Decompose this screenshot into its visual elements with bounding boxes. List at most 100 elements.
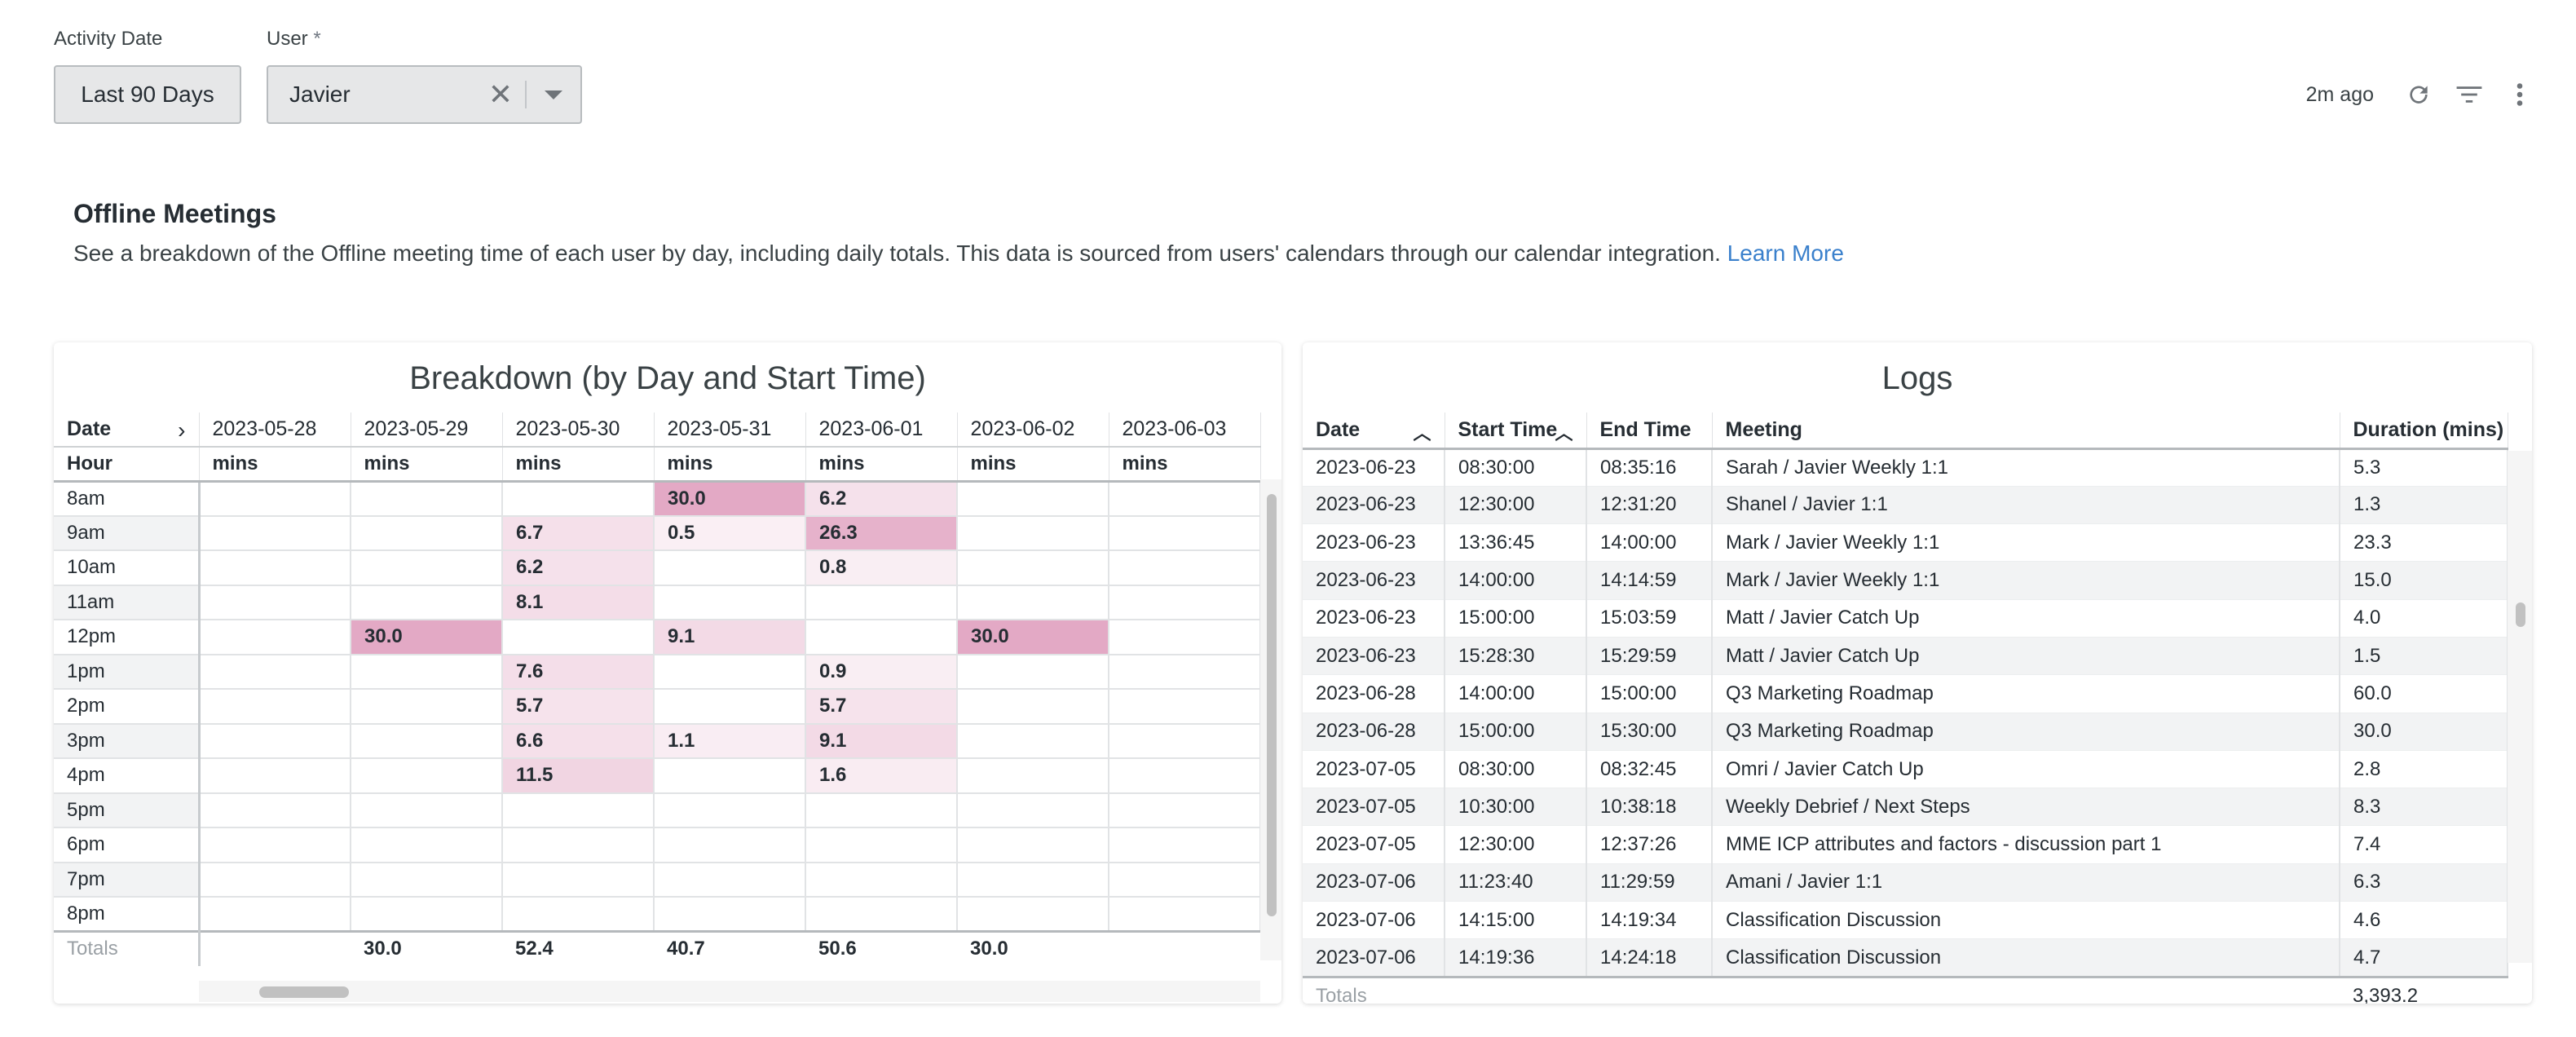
log-row[interactable]: 2023-06-23 13:36:45 14:00:00 Mark / Javier … — [1303, 523, 2508, 563]
log-row[interactable]: 2023-06-23 15:28:30 15:29:59 Matt / Javier … — [1303, 637, 2508, 676]
hour-label: 9am — [54, 515, 201, 551]
log-meeting: Weekly Debrief / Next Steps — [1712, 788, 2340, 827]
log-date: 2023-07-05 — [1303, 750, 1445, 789]
filter-icon[interactable] — [2444, 75, 2494, 114]
heatmap-cell: 6.2 — [805, 481, 958, 517]
totals-empty-cell — [1712, 975, 2340, 1004]
day-total: 50.6 — [805, 930, 957, 966]
sort-asc-icon[interactable]: ︿ — [1555, 419, 1573, 445]
hour-row: 11am 8.1 — [54, 585, 1261, 620]
breakdown-horizontal-scrollbar[interactable] — [199, 981, 1260, 1002]
date-column-header[interactable]: 2023-06-01 — [805, 413, 958, 448]
log-row[interactable]: 2023-07-06 14:19:36 14:24:18 Classification… — [1303, 938, 2508, 977]
hour-row: 8am 30.0 6.2 — [54, 481, 1261, 517]
log-row[interactable]: 2023-07-05 12:30:00 12:37:26 MME ICP attrib… — [1303, 825, 2508, 864]
breakdown-table: Date › 2023-05-28 2023-05-29 2023-05-30 2023… — [54, 413, 1261, 966]
heatmap-cell — [957, 897, 1109, 933]
date-row-header: Date › — [54, 413, 200, 448]
log-row[interactable]: 2023-06-28 14:00:00 15:00:00 Q3 Marketing R… — [1303, 674, 2508, 713]
heatmap-cell — [805, 620, 958, 655]
heatmap-cell — [654, 654, 806, 690]
column-header-meeting[interactable]: Meeting — [1712, 413, 2340, 450]
learn-more-link[interactable]: Learn More — [1727, 240, 1844, 266]
more-options-icon[interactable] — [2494, 75, 2545, 114]
log-duration: 7.4 — [2340, 825, 2508, 864]
log-row[interactable]: 2023-07-05 08:30:00 08:32:45 Omri / Javier … — [1303, 750, 2508, 789]
log-duration: 1.3 — [2340, 486, 2508, 525]
log-duration: 8.3 — [2340, 788, 2508, 827]
log-end-time: 14:14:59 — [1586, 561, 1713, 600]
log-row[interactable]: 2023-07-06 14:15:00 14:19:34 Classification… — [1303, 901, 2508, 940]
log-meeting: Shanel / Javier 1:1 — [1712, 486, 2340, 525]
log-row[interactable]: 2023-07-05 10:30:00 10:38:18 Weekly Debrief… — [1303, 788, 2508, 827]
heatmap-cell — [351, 481, 503, 517]
hour-label: 6pm — [54, 827, 201, 863]
column-header-date[interactable]: Date ︿ — [1303, 413, 1445, 450]
log-start-time: 15:00:00 — [1445, 599, 1587, 638]
date-column-header[interactable]: 2023-05-30 — [502, 413, 655, 448]
heatmap-cell — [805, 585, 958, 620]
column-header-label: Date — [1316, 417, 1361, 441]
log-start-time: 12:30:00 — [1445, 486, 1587, 525]
heatmap-cell: 30.0 — [654, 481, 806, 517]
date-column-header[interactable]: 2023-05-28 — [199, 413, 351, 448]
heatmap-cell: 0.9 — [805, 654, 958, 690]
column-header-duration[interactable]: Duration (mins) — [2340, 413, 2508, 450]
log-end-time: 15:00:00 — [1586, 674, 1713, 713]
chevron-right-icon[interactable]: › — [178, 417, 185, 443]
log-end-time: 15:29:59 — [1586, 637, 1713, 676]
column-header-start-time[interactable]: Start Time ︿ — [1445, 413, 1587, 450]
heatmap-cell — [199, 689, 351, 725]
dropdown-arrow-icon[interactable] — [527, 90, 580, 99]
date-column-header[interactable]: 2023-06-02 — [957, 413, 1109, 448]
log-row[interactable]: 2023-06-23 15:00:00 15:03:59 Matt / Javier … — [1303, 599, 2508, 638]
log-meeting: Classification Discussion — [1712, 901, 2340, 940]
heatmap-cell — [654, 585, 806, 620]
log-row[interactable]: 2023-06-23 08:30:00 08:35:16 Sarah / Javier… — [1303, 448, 2508, 487]
log-duration: 23.3 — [2340, 523, 2508, 563]
unit-label: mins — [654, 447, 806, 483]
log-end-time: 15:03:59 — [1586, 599, 1713, 638]
refresh-icon[interactable] — [2393, 75, 2444, 114]
heatmap-cell — [1109, 723, 1261, 759]
date-column-header[interactable]: 2023-06-03 — [1109, 413, 1261, 448]
heatmap-cell — [351, 723, 503, 759]
hour-label: 8am — [54, 481, 201, 517]
user-select[interactable]: Javier ✕ — [267, 65, 582, 124]
heatmap-cell — [351, 827, 503, 863]
log-meeting: Matt / Javier Catch Up — [1712, 637, 2340, 676]
log-start-time: 14:19:36 — [1445, 938, 1587, 977]
heatmap-cell: 30.0 — [957, 620, 1109, 655]
scrollbar-thumb[interactable] — [1267, 494, 1277, 916]
column-header-end-time[interactable]: End Time — [1586, 413, 1713, 450]
log-row[interactable]: 2023-06-23 14:00:00 14:14:59 Mark / Javier … — [1303, 561, 2508, 600]
log-row[interactable]: 2023-07-06 11:23:40 11:29:59 Amani / Javier… — [1303, 863, 2508, 902]
log-duration: 15.0 — [2340, 561, 2508, 600]
breakdown-title: Breakdown (by Day and Start Time) — [409, 360, 926, 396]
log-row[interactable]: 2023-06-28 15:00:00 15:30:00 Q3 Marketing R… — [1303, 713, 2508, 751]
date-column-header[interactable]: 2023-05-31 — [654, 413, 806, 448]
heatmap-cell — [1109, 481, 1261, 517]
heatmap-cell — [957, 550, 1109, 586]
log-start-time: 15:28:30 — [1445, 637, 1587, 676]
heatmap-cell: 0.8 — [805, 550, 958, 586]
totals-empty-cell — [1586, 975, 1712, 1004]
logs-vertical-scrollbar[interactable] — [2508, 451, 2532, 963]
heatmap-cell — [1109, 862, 1261, 898]
breakdown-vertical-scrollbar[interactable] — [1260, 479, 1281, 960]
scrollbar-thumb[interactable] — [2516, 602, 2525, 627]
date-column-header[interactable]: 2023-05-29 — [351, 413, 503, 448]
scrollbar-thumb[interactable] — [259, 986, 349, 998]
log-start-time: 14:00:00 — [1445, 674, 1587, 713]
day-total — [1109, 930, 1260, 966]
activity-date-select[interactable]: Last 90 Days — [54, 65, 241, 124]
sort-asc-icon[interactable]: ︿ — [1413, 419, 1431, 445]
hour-row: 8pm — [54, 897, 1261, 933]
log-date: 2023-07-05 — [1303, 825, 1445, 864]
clear-icon[interactable]: ✕ — [476, 77, 525, 112]
log-duration: 1.5 — [2340, 637, 2508, 676]
log-row[interactable]: 2023-06-23 12:30:00 12:31:20 Shanel / Javie… — [1303, 486, 2508, 525]
log-meeting: Sarah / Javier Weekly 1:1 — [1712, 448, 2340, 487]
unit-label: mins — [957, 447, 1109, 483]
heatmap-cell — [199, 481, 351, 517]
